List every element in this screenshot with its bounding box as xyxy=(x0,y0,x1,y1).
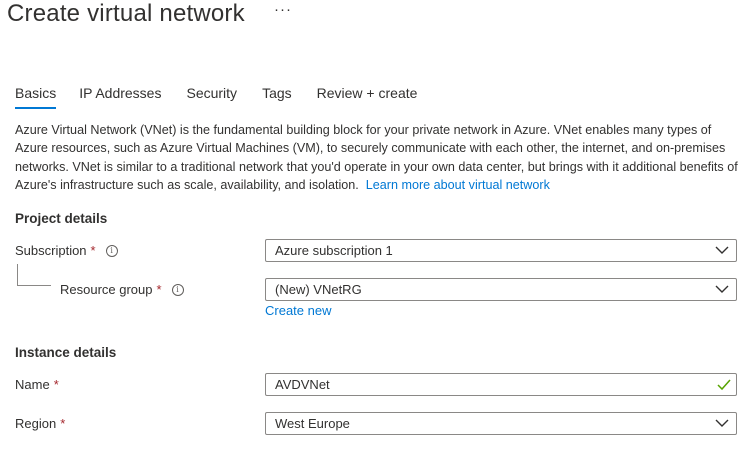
name-label: Name xyxy=(15,377,50,392)
required-marker: * xyxy=(90,243,96,258)
name-label-row: Name * xyxy=(15,377,59,392)
chevron-down-icon xyxy=(715,246,729,254)
subscription-value: Azure subscription 1 xyxy=(275,243,393,258)
page-title: Create virtual network xyxy=(7,0,245,27)
region-dropdown[interactable]: West Europe xyxy=(265,412,737,435)
info-icon[interactable]: i xyxy=(171,283,184,296)
checkmark-icon xyxy=(717,379,731,391)
subscription-label-row: Subscription * i xyxy=(15,243,118,258)
tab-tags[interactable]: Tags xyxy=(262,84,292,110)
region-value: West Europe xyxy=(275,416,350,431)
tab-basics[interactable]: Basics xyxy=(15,84,57,110)
required-marker: * xyxy=(156,282,162,297)
resource-group-value: (New) VNetRG xyxy=(275,282,362,297)
learn-more-link[interactable]: Learn more about virtual network xyxy=(366,178,550,192)
resource-group-label: Resource group xyxy=(60,282,153,297)
create-new-link[interactable]: Create new xyxy=(265,303,331,318)
name-value: AVDVNet xyxy=(275,377,330,392)
tree-connector xyxy=(17,264,51,286)
tab-ip-addresses[interactable]: IP Addresses xyxy=(79,84,161,110)
subscription-dropdown[interactable]: Azure subscription 1 xyxy=(265,239,737,262)
resource-group-dropdown[interactable]: (New) VNetRG xyxy=(265,278,737,301)
subscription-label: Subscription xyxy=(15,243,87,258)
tab-review-create[interactable]: Review + create xyxy=(317,84,418,110)
more-options-button[interactable]: ··· xyxy=(274,1,292,18)
chevron-down-icon xyxy=(715,285,729,293)
required-marker: * xyxy=(53,377,59,392)
name-input[interactable]: AVDVNet xyxy=(265,373,737,396)
info-icon[interactable]: i xyxy=(105,244,118,257)
project-details-heading: Project details xyxy=(15,211,108,226)
required-marker: * xyxy=(60,416,66,431)
region-label: Region xyxy=(15,416,57,431)
description: Azure Virtual Network (VNet) is the fund… xyxy=(15,121,745,194)
resource-group-label-row: Resource group * i xyxy=(60,282,184,297)
tab-bar: Basics IP Addresses Security Tags Review… xyxy=(15,84,441,110)
region-label-row: Region * xyxy=(15,416,65,431)
instance-details-heading: Instance details xyxy=(15,345,117,360)
tab-security[interactable]: Security xyxy=(186,84,237,110)
chevron-down-icon xyxy=(715,419,729,427)
